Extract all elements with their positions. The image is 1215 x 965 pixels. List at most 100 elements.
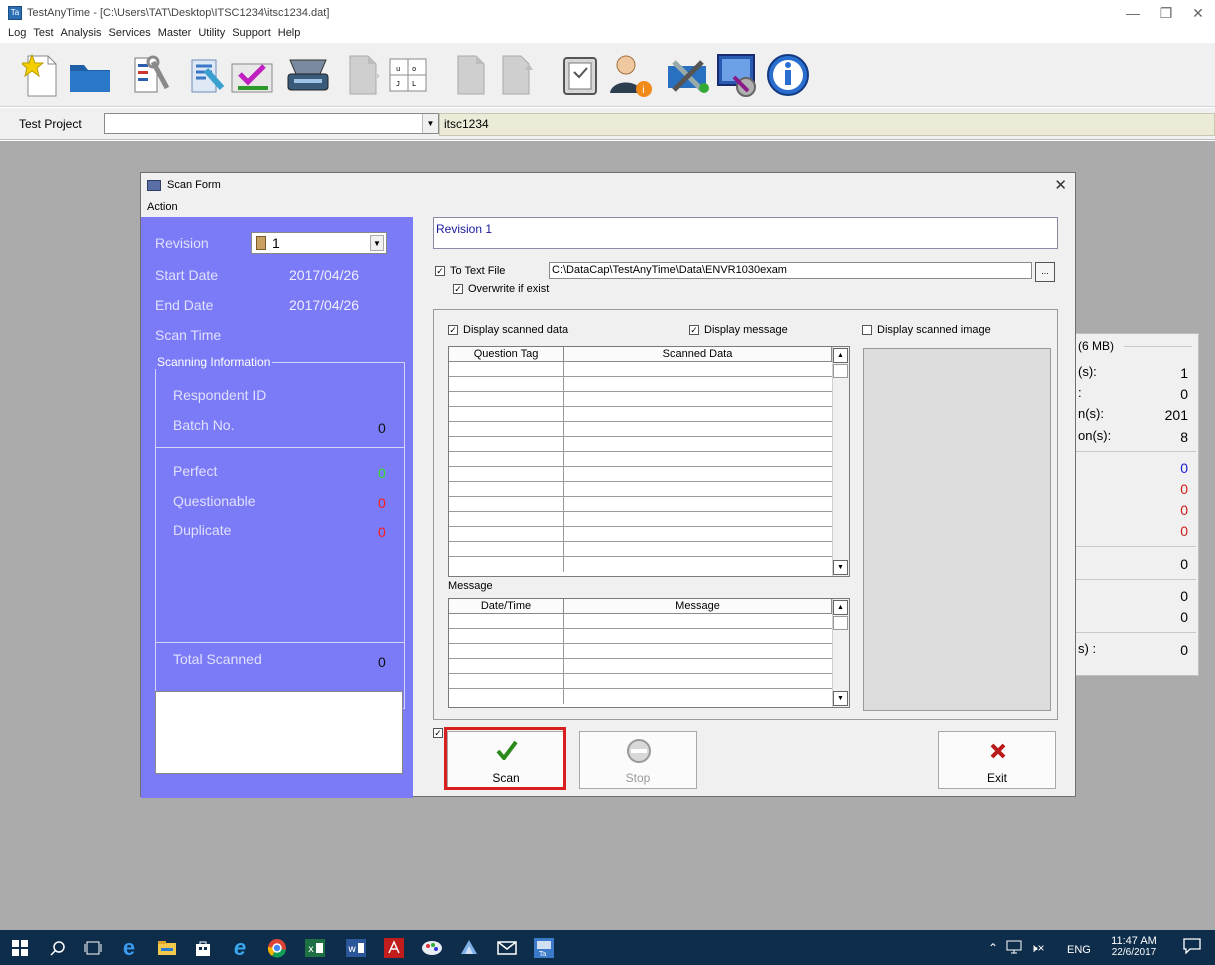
notes-icon[interactable]	[458, 937, 480, 959]
paint-icon[interactable]	[421, 937, 443, 959]
table-row[interactable]	[449, 467, 832, 482]
table-row[interactable]	[449, 557, 832, 572]
to-text-file-checkbox[interactable]: ✓ To Text File	[435, 265, 505, 277]
list-item[interactable]	[449, 659, 832, 674]
list-item[interactable]	[449, 629, 832, 644]
table-row[interactable]	[449, 377, 832, 392]
scroll-up-icon[interactable]: ▲	[833, 600, 848, 615]
exit-button[interactable]: Exit	[938, 731, 1056, 789]
vertical-scrollbar[interactable]: ▲ ▼	[832, 347, 849, 576]
stop-button[interactable]: Stop	[579, 731, 697, 789]
blank-page-icon[interactable]	[446, 49, 494, 101]
chevron-down-icon[interactable]: ▼	[370, 235, 384, 251]
tools-settings-icon[interactable]	[664, 49, 712, 101]
network-icon[interactable]	[1006, 940, 1022, 957]
file-path-input[interactable]: C:\DataCap\TestAnyTime\Data\ENVR1030exam	[549, 262, 1032, 279]
dialog-close-icon[interactable]: ✕	[1054, 176, 1067, 194]
word-icon[interactable]: w	[345, 937, 367, 959]
document-icon[interactable]	[338, 49, 386, 101]
testanytime-icon[interactable]: Ta	[533, 937, 555, 959]
table-row[interactable]	[449, 407, 832, 422]
overwrite-checkbox[interactable]: ✓ Overwrite if exist	[453, 283, 549, 295]
list-item[interactable]	[449, 674, 832, 689]
list-item[interactable]	[449, 689, 832, 704]
edit-form-icon[interactable]	[228, 49, 276, 101]
safe-icon[interactable]	[556, 49, 604, 101]
table-row[interactable]	[449, 452, 832, 467]
windows-start-icon[interactable]	[9, 937, 31, 959]
table-row[interactable]	[449, 542, 832, 557]
export-icon[interactable]	[494, 49, 542, 101]
tools-icon[interactable]	[128, 49, 176, 101]
designer-icon[interactable]	[182, 49, 230, 101]
scroll-down-icon[interactable]: ▼	[833, 560, 848, 575]
minimize-icon[interactable]: —	[1122, 4, 1144, 22]
scroll-down-icon[interactable]: ▼	[833, 691, 848, 706]
column-header-date-time[interactable]: Date/Time	[449, 599, 564, 613]
display-scanned-data-checkbox[interactable]: ✓ Display scanned data	[448, 324, 568, 336]
scroll-thumb[interactable]	[833, 364, 848, 378]
list-item[interactable]	[449, 614, 832, 629]
menu-support[interactable]: Support	[232, 24, 271, 42]
vertical-scrollbar[interactable]: ▲ ▼	[832, 599, 849, 707]
menu-help[interactable]: Help	[278, 24, 301, 42]
task-view-icon[interactable]	[82, 937, 104, 959]
chrome-icon[interactable]	[266, 937, 288, 959]
display-scanned-image-checkbox[interactable]: Display scanned image	[862, 324, 991, 336]
perfect-value: 0	[378, 465, 386, 481]
file-explorer-icon[interactable]	[156, 937, 178, 959]
clock[interactable]: 11:47 AM 22/6/2017	[1108, 935, 1160, 958]
menu-log[interactable]: Log	[8, 24, 26, 42]
display-message-checkbox[interactable]: ✓ Display message	[689, 324, 788, 336]
excel-icon[interactable]: x	[304, 937, 326, 959]
check-icon: ✓	[453, 284, 463, 294]
tray-chevron-icon[interactable]: ⌃	[988, 941, 998, 955]
browse-button[interactable]: ...	[1035, 262, 1055, 282]
language-indicator[interactable]: ENG	[1067, 944, 1091, 956]
notifications-icon[interactable]	[1183, 938, 1201, 957]
option-checkbox[interactable]: ✓	[433, 728, 443, 738]
close-icon[interactable]: ✕	[1187, 4, 1209, 22]
column-header-message[interactable]: Message	[564, 599, 832, 613]
scroll-up-icon[interactable]: ▲	[833, 348, 848, 363]
menu-analysis[interactable]: Analysis	[61, 24, 102, 42]
edge-icon[interactable]: e	[118, 935, 140, 960]
scanner-icon[interactable]	[284, 49, 332, 101]
table-row[interactable]	[449, 392, 832, 407]
table-row[interactable]	[449, 362, 832, 377]
restore-icon[interactable]: ❐	[1155, 4, 1177, 22]
store-icon[interactable]	[192, 937, 214, 959]
table-row[interactable]	[449, 482, 832, 497]
chevron-down-icon[interactable]: ▼	[422, 114, 438, 133]
menu-master[interactable]: Master	[158, 24, 192, 42]
menu-services[interactable]: Services	[109, 24, 151, 42]
message-grid[interactable]: Date/Time Message ▲ ▼	[448, 598, 850, 708]
menu-action[interactable]: Action	[147, 201, 178, 213]
test-project-select[interactable]: ▼	[104, 113, 439, 134]
search-icon[interactable]	[47, 937, 69, 959]
column-header-question-tag[interactable]: Question Tag	[449, 347, 564, 361]
column-header-scanned-data[interactable]: Scanned Data	[564, 347, 832, 361]
stat-value: 0	[1180, 460, 1188, 476]
answer-key-icon[interactable]: u o J L	[384, 49, 432, 101]
list-item[interactable]	[449, 644, 832, 659]
volume-muted-icon[interactable]: 🕨×	[1030, 941, 1045, 956]
menu-utility[interactable]: Utility	[198, 24, 225, 42]
mail-icon[interactable]	[496, 937, 518, 959]
revision-select[interactable]: 1 ▼	[251, 232, 387, 254]
user-info-icon[interactable]: i	[606, 49, 654, 101]
monitor-settings-icon[interactable]	[714, 49, 762, 101]
info-icon[interactable]	[764, 49, 812, 101]
table-row[interactable]	[449, 512, 832, 527]
scroll-thumb[interactable]	[833, 616, 848, 630]
internet-explorer-icon[interactable]: e	[229, 935, 251, 960]
table-row[interactable]	[449, 497, 832, 512]
new-file-icon[interactable]	[18, 49, 66, 101]
scanned-data-grid[interactable]: Question Tag Scanned Data ▲ ▼	[448, 346, 850, 577]
table-row[interactable]	[449, 527, 832, 542]
menu-test[interactable]: Test	[33, 24, 53, 42]
table-row[interactable]	[449, 422, 832, 437]
table-row[interactable]	[449, 437, 832, 452]
open-folder-icon[interactable]	[66, 49, 114, 101]
acrobat-icon[interactable]	[383, 937, 405, 959]
